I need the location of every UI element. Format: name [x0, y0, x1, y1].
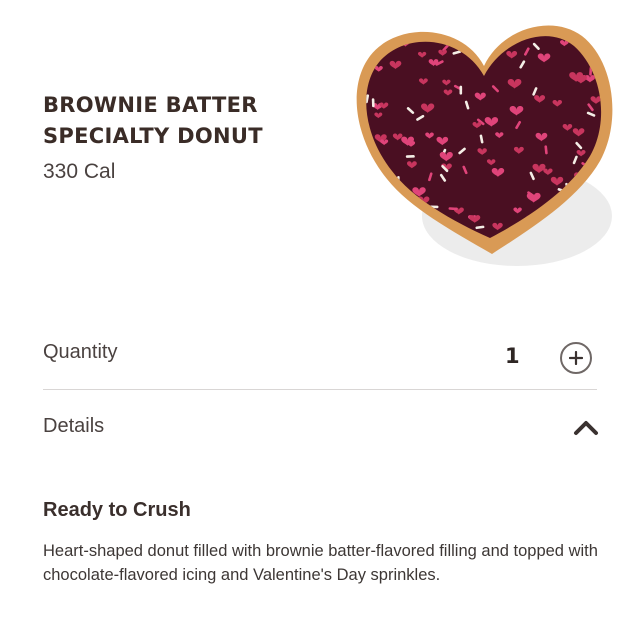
- details-label: Details: [43, 415, 105, 437]
- product-name-line-1: BROWNIE BATTER: [43, 93, 258, 117]
- details-heading: Ready to Crush: [43, 499, 191, 521]
- plus-circle-icon: [569, 351, 583, 365]
- product-name: BROWNIE BATTER SPECIALTY DONUT: [43, 90, 263, 152]
- jimmy-sprinkle: [394, 205, 398, 215]
- heart-sprinkle: [412, 232, 423, 238]
- heart-sprinkle: [399, 242, 408, 249]
- increment-quantity-button[interactable]: [560, 342, 592, 374]
- section-divider: [43, 389, 597, 390]
- jimmy-sprinkle: [394, 198, 404, 204]
- jimmy-sprinkle: [400, 18, 403, 27]
- jimmy-sprinkle: [389, 21, 395, 30]
- jimmy-sprinkle: [405, 155, 415, 158]
- heart-sprinkle: [602, 28, 611, 35]
- jimmy-sprinkle: [474, 27, 483, 34]
- heart-sprinkle: [474, 39, 487, 48]
- calorie-count: 330 Cal: [43, 160, 116, 183]
- chevron-up-icon[interactable]: [573, 418, 599, 436]
- jimmy-sprinkle: [490, 38, 497, 47]
- jimmy-sprinkle: [371, 98, 375, 108]
- jimmy-sprinkle: [459, 85, 463, 95]
- details-description: Heart-shaped donut filled with brownie b…: [43, 542, 598, 584]
- jimmy-sprinkle: [356, 186, 364, 194]
- jimmy-sprinkle: [477, 41, 486, 46]
- jimmy-sprinkle: [376, 26, 385, 30]
- product-name-line-2: SPECIALTY DONUT: [43, 124, 263, 148]
- heart-donut-image: [356, 18, 613, 266]
- jimmy-sprinkle: [369, 199, 375, 209]
- jimmy-sprinkle: [366, 39, 369, 43]
- heart-sprinkle: [366, 161, 368, 168]
- jimmy-sprinkle: [488, 30, 497, 35]
- jimmy-sprinkle: [392, 226, 400, 234]
- jimmy-sprinkle: [393, 221, 401, 230]
- quantity-label: Quantity: [43, 341, 118, 363]
- heart-sprinkle: [597, 241, 605, 247]
- heart-sprinkle: [483, 36, 493, 40]
- jimmy-sprinkle: [387, 207, 395, 216]
- quantity-value: 1: [505, 344, 520, 368]
